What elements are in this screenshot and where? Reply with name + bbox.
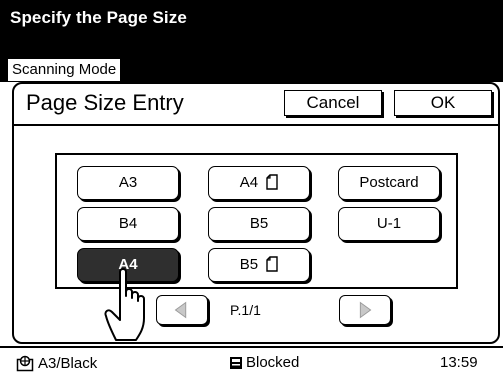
lock-status: Blocked <box>229 354 299 371</box>
next-page-button[interactable] <box>339 295 391 325</box>
dialog-divider <box>14 124 498 126</box>
lock-status-label: Blocked <box>246 354 300 371</box>
paper-status: A3/Black <box>16 354 97 372</box>
size-a4-portrait-button[interactable]: A4 <box>208 166 310 200</box>
cancel-button[interactable]: Cancel <box>284 90 382 116</box>
size-u1-button[interactable]: U-1 <box>338 207 440 241</box>
size-postcard-button[interactable]: Postcard <box>338 166 440 200</box>
tab-scanning-mode[interactable]: Scanning Mode <box>8 59 121 81</box>
size-b5-button[interactable]: B5 <box>208 207 310 241</box>
page-indicator: P.1/1 <box>230 302 261 318</box>
size-label: A4 <box>239 174 259 191</box>
size-b5-portrait-button[interactable]: B5 <box>208 248 310 282</box>
block-icon <box>230 356 242 369</box>
dialog-title: Page Size Entry <box>26 90 184 115</box>
paper-status-label: A3/Black <box>38 354 98 372</box>
triangle-left-icon <box>174 301 187 319</box>
hand-pointer-icon <box>104 268 145 341</box>
size-label: U-1 <box>376 215 402 232</box>
title-bar: Specify the Page Size Scanning Mode <box>0 0 503 82</box>
size-a3-button[interactable]: A3 <box>77 166 179 200</box>
clock: 13:59 <box>440 354 478 371</box>
page-portrait-icon <box>266 173 278 190</box>
size-b4-button[interactable]: B4 <box>77 207 179 241</box>
status-bar: A3/Black Blocked 13:59 <box>0 346 503 374</box>
ok-button[interactable]: OK <box>394 90 492 116</box>
page-title: Specify the Page Size <box>10 8 187 27</box>
size-label: B5 <box>239 256 259 273</box>
drum-icon <box>16 355 34 372</box>
size-label: B4 <box>118 215 138 232</box>
page-portrait-icon <box>266 255 278 272</box>
size-label: A3 <box>118 174 138 191</box>
size-label: B5 <box>249 215 269 232</box>
triangle-right-icon <box>359 301 372 319</box>
size-label: Postcard <box>359 174 419 191</box>
previous-page-button[interactable] <box>156 295 208 325</box>
page-size-dialog: Page Size Entry Cancel OK A3 A4 Postcard… <box>12 82 500 344</box>
